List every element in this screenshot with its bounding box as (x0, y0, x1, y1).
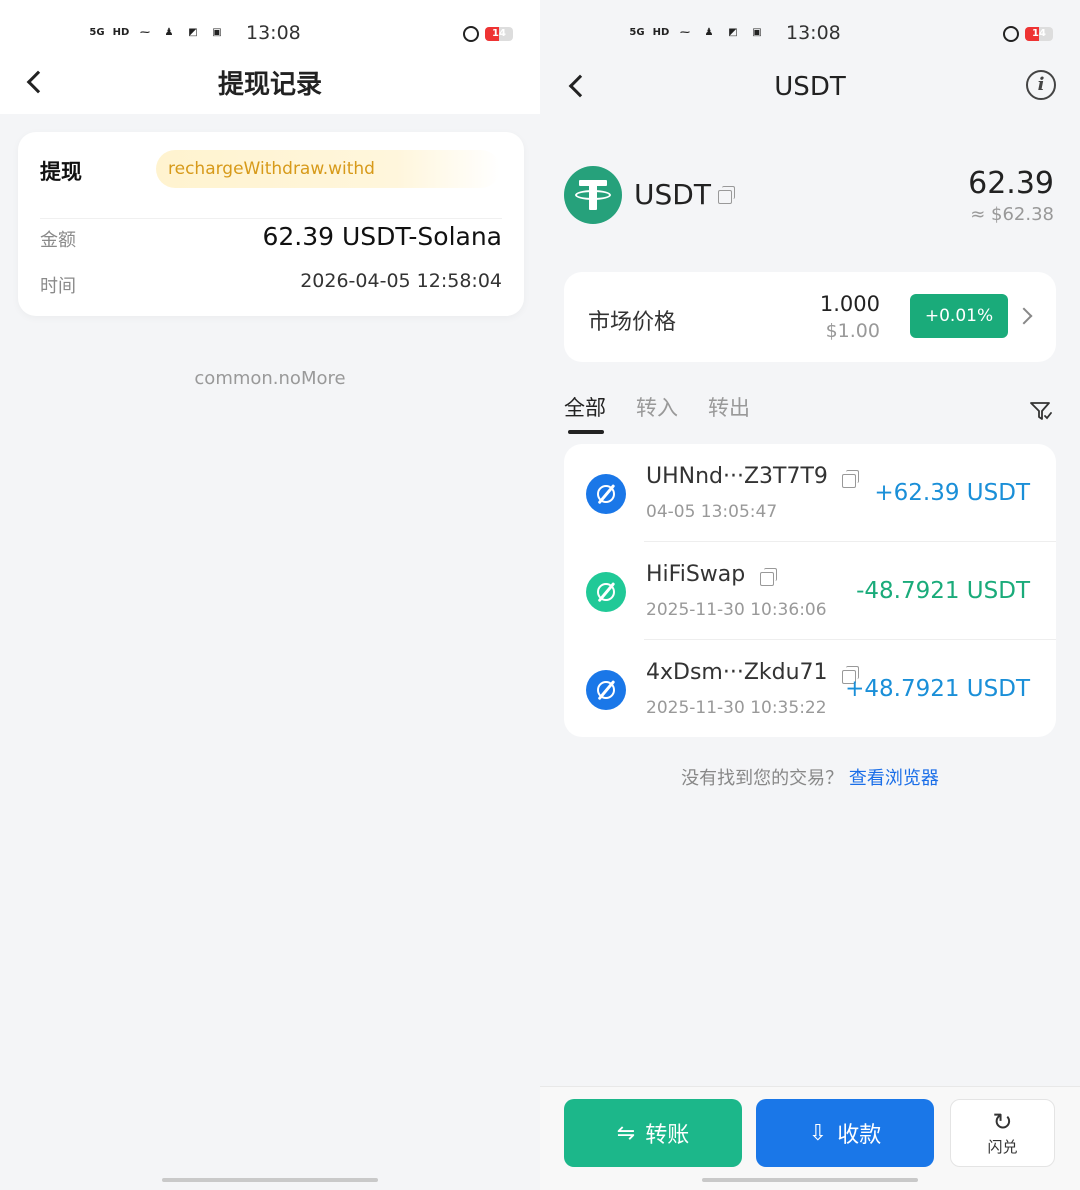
receive-button[interactable]: ⇩ 收款 (756, 1099, 934, 1167)
clock: 13:08 (786, 22, 841, 44)
coin-balance-usd: ≈ $62.38 (970, 204, 1054, 225)
status-right: 14 (1003, 26, 1053, 42)
market-price-label: 市场价格 (588, 310, 677, 335)
tx-row[interactable]: UHNnd···Z3T7T9 04-05 13:05:47 +62.39 USD… (564, 444, 1056, 542)
withdraw-record-screen: 5G HD ⁓ ♟ ◩ ▣ 13:08 14 提现记录 提现 rechargeW… (0, 0, 540, 1190)
tab-out[interactable]: 转出 (708, 392, 750, 422)
tx-amount: +62.39 USDT (874, 480, 1030, 506)
page-title: 提现记录 (217, 70, 322, 100)
status-text: rechargeWithdraw.withd (168, 159, 375, 179)
transfer-button[interactable]: ⇋ 转账 (564, 1099, 742, 1167)
market-price-usd: $1.00 (825, 320, 880, 342)
signal-icon: 5G (89, 26, 105, 38)
market-price: 1.000 (819, 292, 880, 316)
home-indicator[interactable] (162, 1178, 378, 1182)
tab-indicator (568, 430, 604, 434)
tx-time: 04-05 13:05:47 (646, 502, 778, 522)
receive-label: 收款 (837, 1123, 882, 1148)
status-right: 14 (463, 26, 513, 42)
clock: 13:08 (246, 22, 301, 44)
coin-name: USDT (634, 178, 711, 211)
hd-icon: HD (112, 26, 130, 38)
time-value: 2026-04-05 12:58:04 (300, 270, 502, 292)
tab-all[interactable]: 全部 (564, 392, 606, 422)
app-icon: ⁓ (680, 26, 690, 38)
qq-icon: ♟ (704, 26, 714, 38)
info-icon[interactable]: i (1026, 70, 1056, 100)
status-bar: 5G HD ⁓ ♟ ◩ ▣ 13:08 14 (0, 0, 540, 70)
tx-amount: -48.7921 USDT (856, 578, 1030, 604)
not-found-text: 没有找到您的交易？ (681, 768, 844, 789)
alarm-icon (1003, 26, 1019, 42)
coin-balance: 62.39 (968, 166, 1054, 201)
tx-row[interactable]: 4xDsm···Zkdu71 2025-11-30 10:35:22 +48.7… (564, 640, 1056, 738)
hd-icon: HD (652, 26, 670, 38)
copy-icon[interactable] (718, 186, 735, 204)
withdraw-card[interactable]: 提现 rechargeWithdraw.withd 金额 62.39 USDT-… (18, 132, 524, 316)
market-price-card[interactable]: 市场价格 1.000 $1.00 +0.01% (564, 272, 1056, 362)
transfer-arrows-icon: ⇋ (616, 1120, 636, 1146)
tx-name: HiFiSwap (646, 562, 746, 587)
link-icon (586, 474, 626, 514)
app-icon: ⁓ (140, 26, 150, 38)
home-indicator[interactable] (702, 1178, 918, 1182)
tab-in[interactable]: 转入 (636, 392, 678, 422)
time-label: 时间 (40, 276, 76, 297)
usdt-asset-screen: 5G HD ⁓ ♟ ◩ ▣ 13:08 14 USDT i USDT 62.39… (540, 0, 1080, 1190)
link-icon (586, 670, 626, 710)
divider (40, 218, 502, 219)
status-bar: 5G HD ⁓ ♟ ◩ ▣ 13:08 14 (540, 0, 1080, 70)
battery-icon: 14 (485, 27, 513, 41)
amount-value: 62.39 USDT-Solana (262, 222, 502, 251)
copy-icon[interactable] (842, 470, 859, 488)
status-icons: 5G HD ⁓ ♟ ◩ ▣ (88, 24, 226, 40)
header: 5G HD ⁓ ♟ ◩ ▣ 13:08 14 提现记录 (0, 0, 540, 114)
signal-icon: 5G (629, 26, 645, 38)
telegram-icon: ◩ (188, 26, 198, 38)
chevron-right-icon (1015, 307, 1033, 325)
no-more-text: common.noMore (194, 368, 346, 389)
qq-icon: ♟ (164, 26, 174, 38)
battery-icon: 14 (1025, 27, 1053, 41)
swap-icon (586, 572, 626, 612)
swap-cycle-icon: ↻ (992, 1107, 1013, 1136)
tx-time: 2025-11-30 10:36:06 (646, 600, 827, 620)
copy-icon[interactable] (760, 568, 777, 586)
swap-button[interactable]: ↻ 闪兑 (950, 1099, 1055, 1167)
amount-label: 金额 (40, 230, 76, 251)
usdt-logo-icon (564, 166, 622, 224)
tx-name: 4xDsm···Zkdu71 (646, 660, 828, 685)
tx-time: 2025-11-30 10:35:22 (646, 698, 827, 718)
alarm-icon (463, 26, 479, 42)
status-icons: 5G HD ⁓ ♟ ◩ ▣ (628, 24, 766, 40)
app-notification-icon: ▣ (752, 26, 762, 38)
tx-name: UHNnd···Z3T7T9 (646, 464, 828, 489)
telegram-icon: ◩ (728, 26, 738, 38)
transfer-label: 转账 (645, 1123, 690, 1148)
filter-icon[interactable] (1030, 402, 1052, 422)
tx-row[interactable]: HiFiSwap 2025-11-30 10:36:06 -48.7921 US… (564, 542, 1056, 640)
price-change-badge: +0.01% (910, 294, 1008, 338)
view-explorer-link[interactable]: 查看浏览器 (849, 768, 939, 789)
page-title: USDT (774, 72, 846, 102)
swap-label: 闪兑 (987, 1137, 1018, 1156)
withdraw-label: 提现 (40, 160, 82, 184)
transaction-list: UHNnd···Z3T7T9 04-05 13:05:47 +62.39 USD… (564, 444, 1056, 737)
tx-amount: +48.7921 USDT (845, 676, 1030, 702)
download-arrow-icon: ⇩ (808, 1120, 828, 1146)
not-found-hint: 没有找到您的交易？ 查看浏览器 (540, 764, 1080, 790)
app-notification-icon: ▣ (212, 26, 222, 38)
